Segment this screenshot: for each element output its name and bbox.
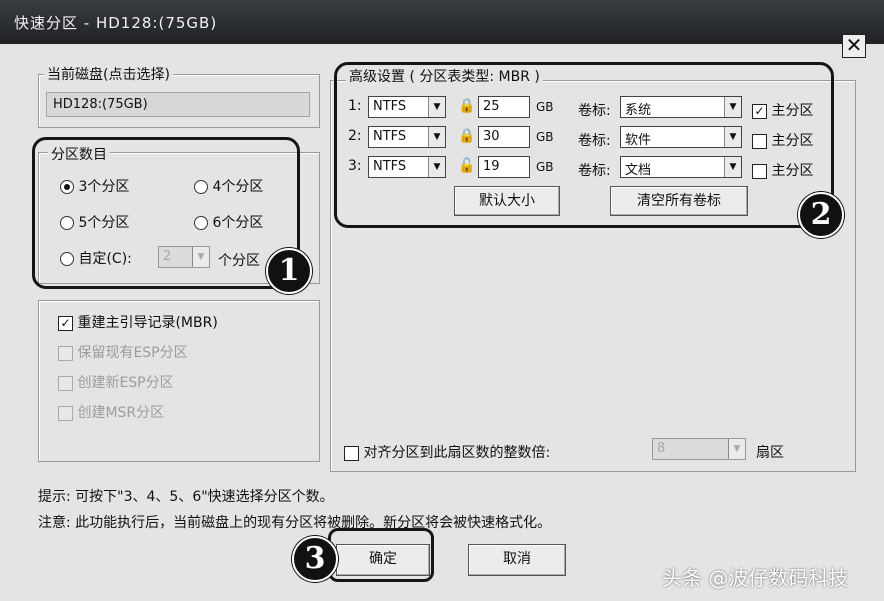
create-msr-checkbox[interactable]: 创建MSR分区 xyxy=(58,402,164,422)
checkbox-box xyxy=(344,445,359,461)
watermark: 头条 @波仔数码科技 xyxy=(662,566,849,590)
title-bar: 快速分区 - HD128:(75GB) xyxy=(0,0,884,44)
close-button[interactable]: ✕ xyxy=(842,34,866,58)
checkbox-label: 创建MSR分区 xyxy=(77,405,165,421)
create-esp-checkbox[interactable]: 创建新ESP分区 xyxy=(58,372,174,392)
align-checkbox[interactable]: 对齐分区到此扇区数的整数倍: xyxy=(344,442,550,462)
cancel-button[interactable]: 取消 xyxy=(468,544,566,576)
highlight-box-3 xyxy=(328,528,434,582)
align-sectors-suffix: 扇区 xyxy=(756,445,784,461)
checkbox-label: 对齐分区到此扇区数的整数倍: xyxy=(363,445,551,461)
checkbox-label: 创建新ESP分区 xyxy=(77,375,174,391)
check-icon: ✓ xyxy=(58,315,73,331)
window-title: 快速分区 - HD128:(75GB) xyxy=(14,14,218,32)
checkbox-box xyxy=(58,405,73,421)
highlight-box-2 xyxy=(334,62,834,228)
checkbox-box xyxy=(58,345,73,361)
note-text: 注意: 此功能执行后，当前磁盘上的现有分区将被删除。新分区将会被快速格式化。 xyxy=(38,515,552,531)
disk-legend: 当前磁盘(点击选择) xyxy=(44,64,173,84)
keep-esp-checkbox[interactable]: 保留现有ESP分区 xyxy=(58,342,188,362)
checkbox-box xyxy=(58,375,73,391)
chevron-down-icon: ▼ xyxy=(728,439,745,459)
hint-text: 提示: 可按下"3、4、5、6"快速选择分区个数。 xyxy=(38,489,334,505)
align-sectors-value: 8 xyxy=(657,441,666,456)
highlight-box-1 xyxy=(32,137,300,289)
checkbox-label: 保留现有ESP分区 xyxy=(77,345,188,361)
marker-badge-3: 3 xyxy=(292,536,338,582)
checkbox-label: 重建主引导记录(MBR) xyxy=(77,315,218,331)
disk-selector[interactable]: HD128:(75GB) xyxy=(46,92,310,117)
close-icon: ✕ xyxy=(845,33,863,57)
align-sectors-select[interactable]: 8 ▼ xyxy=(652,438,746,460)
marker-badge-1: 1 xyxy=(266,248,312,294)
marker-badge-2: 2 xyxy=(798,192,844,238)
rebuild-mbr-checkbox[interactable]: ✓ 重建主引导记录(MBR) xyxy=(58,312,218,332)
